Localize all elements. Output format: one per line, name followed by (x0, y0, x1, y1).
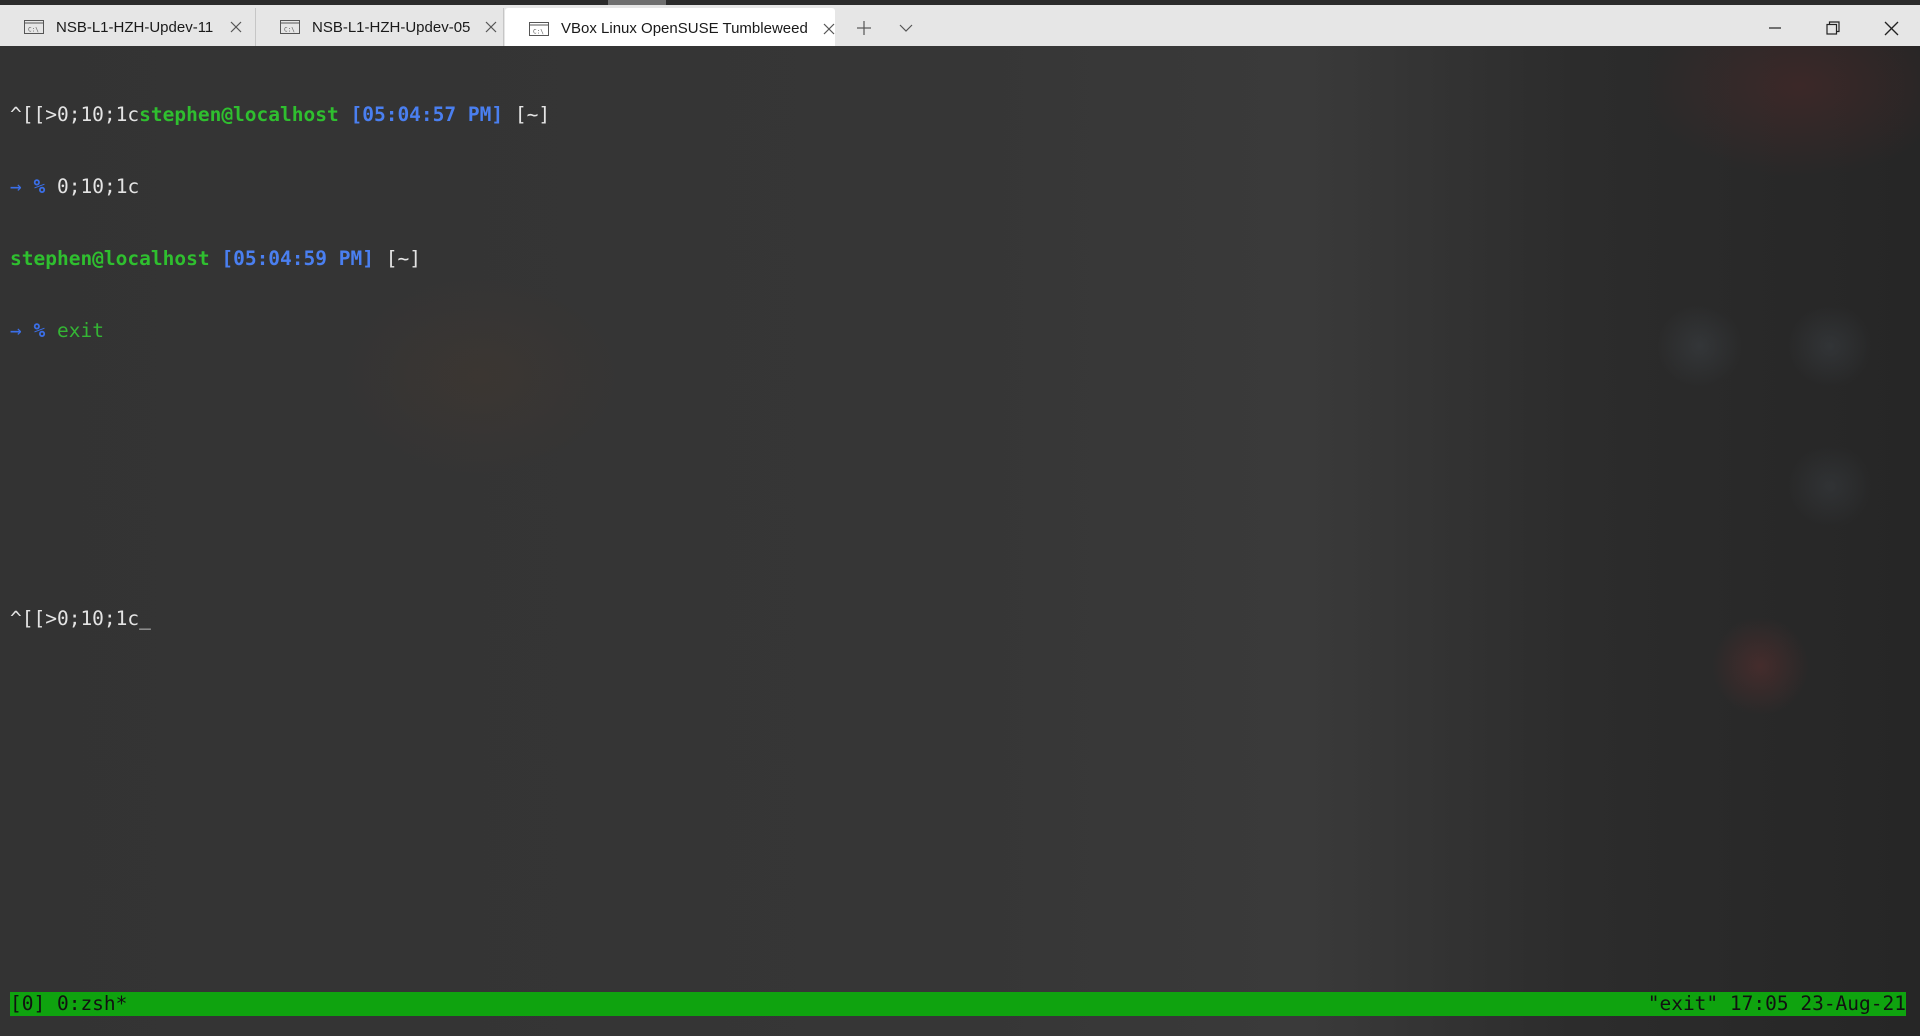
escape-sequence: ^[[>0;10;1c (10, 103, 140, 126)
close-tab-icon[interactable] (484, 20, 498, 34)
svg-text:C:\: C:\ (533, 28, 544, 35)
console-icon: C:\ (24, 20, 44, 34)
plus-icon (857, 21, 871, 35)
console-icon: C:\ (280, 20, 300, 34)
prompt-symbol: % (33, 319, 46, 342)
tab-dropdown-button[interactable] (890, 13, 922, 43)
terminal-cursor: _ (139, 607, 151, 630)
prompt-arrow: → (10, 175, 22, 198)
minimize-button[interactable] (1746, 8, 1804, 48)
tab-nsb-updev-11[interactable]: C:\ NSB-L1-HZH-Updev-11 (0, 8, 256, 46)
tmux-status-bar: [0] 0:zsh* "exit" 17:05 23-Aug-21 (10, 992, 1906, 1016)
svg-text:C:\: C:\ (284, 27, 295, 34)
console-icon: C:\ (529, 21, 549, 36)
minimize-icon (1769, 27, 1781, 29)
restore-icon (1826, 21, 1840, 35)
prompt-user-host: stephen@localhost (10, 247, 210, 270)
prompt-dir: [~] (385, 247, 421, 270)
status-right-info: "exit" 17:05 23-Aug-21 (1647, 992, 1906, 1015)
tab-bar: C:\ NSB-L1-HZH-Updev-11 C:\ NSB-L1-HZH-U… (0, 0, 1920, 49)
prompt-time: [05:04:59 PM] (221, 247, 374, 270)
tab-label: VBox Linux OpenSUSE Tumbleweed (561, 20, 808, 37)
terminal-line: ^[[>0;10;1c_ (10, 607, 550, 631)
escape-sequence: ^[[>0;10;1c (10, 607, 140, 630)
tab-label: NSB-L1-HZH-Updev-05 (312, 18, 471, 36)
prompt-dir: [~] (514, 103, 551, 126)
prompt-user-host: stephen@localhost (139, 103, 339, 126)
terminal-line: → % exit (10, 319, 550, 343)
close-tab-icon[interactable] (822, 22, 836, 36)
tab-label: NSB-L1-HZH-Updev-11 (56, 18, 214, 36)
prompt-time: [05:04:57 PM] (350, 103, 504, 126)
terminal-viewport[interactable]: ^[[>0;10;1cstephen@localhost [05:04:57 P… (0, 46, 1920, 1036)
terminal-line: stephen@localhost [05:04:59 PM] [~] (10, 247, 550, 271)
terminal-line: ^[[>0;10;1cstephen@localhost [05:04:57 P… (10, 103, 550, 127)
close-tab-icon[interactable] (229, 20, 243, 34)
chevron-down-icon (899, 24, 913, 32)
restore-button[interactable] (1804, 8, 1862, 48)
tab-vbox-opensuse[interactable]: C:\ VBox Linux OpenSUSE Tumbleweed (505, 8, 835, 49)
new-tab-button[interactable] (848, 13, 880, 43)
status-window-list[interactable]: [0] 0:zsh* (10, 992, 127, 1016)
svg-text:C:\: C:\ (28, 27, 39, 34)
terminal-line: → % 0;10;1c (10, 175, 550, 199)
prompt-arrow: → (10, 319, 22, 342)
terminal-window: C:\ NSB-L1-HZH-Updev-11 C:\ NSB-L1-HZH-U… (0, 0, 1920, 1036)
tab-nsb-updev-05[interactable]: C:\ NSB-L1-HZH-Updev-05 (256, 8, 504, 46)
command-text: 0;10;1c (57, 175, 140, 198)
prompt-symbol: % (33, 175, 46, 198)
command-text: exit (57, 319, 104, 342)
close-icon (1884, 21, 1898, 35)
title-accent (608, 0, 666, 5)
terminal-output: ^[[>0;10;1cstephen@localhost [05:04:57 P… (10, 55, 550, 679)
close-window-button[interactable] (1862, 8, 1920, 48)
